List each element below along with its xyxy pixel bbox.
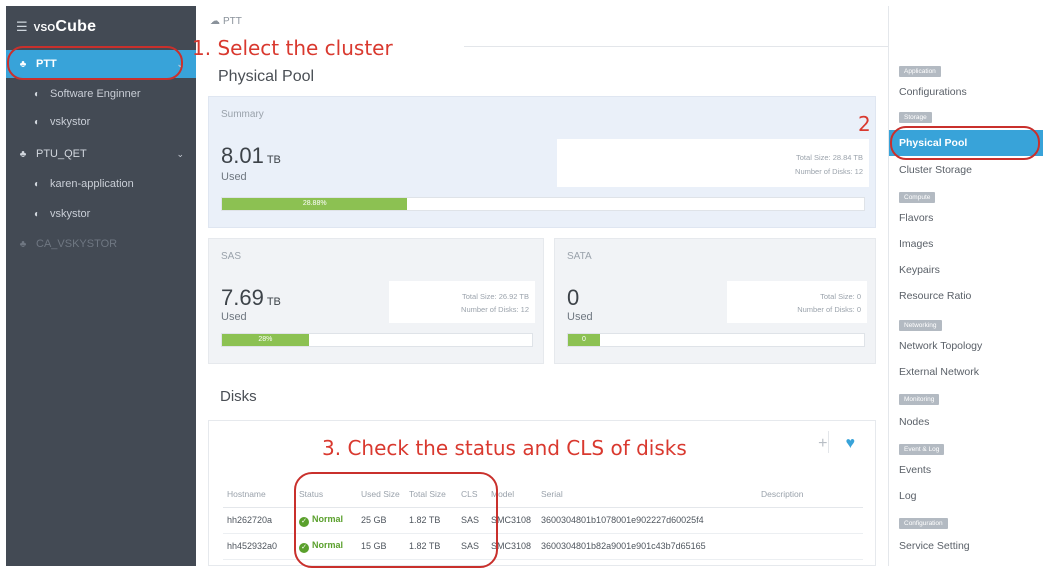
cell-hostname: hh262720a: [223, 507, 295, 534]
project-icon: ◐: [33, 88, 41, 100]
nav-keypairs[interactable]: Keypairs: [899, 264, 940, 276]
hamburger-menu-icon[interactable]: ☰: [16, 19, 28, 35]
section-networking: Networking: [899, 320, 942, 331]
health-icon[interactable]: ♥: [846, 435, 856, 453]
section-application: Application: [899, 66, 941, 77]
sas-used-value: 7.69 TB: [221, 285, 281, 310]
cell-serial: 3600304801b1078001e902227d60025f4: [537, 507, 757, 534]
cluster-icon: ♣: [19, 148, 27, 160]
project-icon: ◐: [33, 178, 41, 190]
sidebar-item-label: Software Enginner: [50, 88, 141, 100]
sata-used-label: Used: [567, 311, 593, 323]
sata-total-size: Total Size: 0: [820, 292, 861, 301]
sidebar-item-vskystor[interactable]: ◐ vskystor: [6, 108, 196, 136]
sas-progress-fill: 28%: [222, 334, 309, 346]
sidebar-item-ptu-qet[interactable]: ♣ PTU_QET ⌄: [6, 140, 196, 168]
sata-num-disks: Number of Disks: 0: [797, 305, 861, 314]
disks-title: Disks: [220, 388, 257, 405]
sidebar-item-vskystor-2[interactable]: ◐ vskystor: [6, 200, 196, 228]
project-icon: ◐: [33, 208, 41, 220]
sidebar-item-label: PTU_QET: [36, 148, 87, 160]
sidebar: ☰ VSOCube ♣ PTT ⌄ ◐ Software Enginner ◐ …: [6, 6, 196, 566]
annotation-step-1: 1. Select the cluster: [192, 36, 393, 60]
sidebar-item-karen-application[interactable]: ◐ karen-application: [6, 170, 196, 198]
summary-progress-fill: 28.88%: [222, 198, 408, 210]
summary-total-size: Total Size: 28.84 TB: [796, 153, 863, 162]
nav-configurations[interactable]: Configurations: [899, 86, 967, 98]
cluster-icon: ☁: [210, 16, 220, 27]
nav-service-setting[interactable]: Service Setting: [899, 540, 970, 552]
section-storage: Storage: [899, 112, 932, 123]
toolbar-divider: [828, 431, 829, 453]
section-compute: Compute: [899, 192, 936, 203]
sas-used-label: Used: [221, 311, 247, 323]
main-content: ☁ PTT Physical Pool Summary 8.01 TB Used T…: [192, 6, 888, 568]
sidebar-item-ca-vskystor[interactable]: ♣ CA_VSKYSTOR: [6, 230, 196, 258]
right-nav-panel: Application Configurations Storage Physi…: [888, 6, 1043, 566]
nav-nodes[interactable]: Nodes: [899, 416, 929, 428]
summary-progress-bar: 28.88%: [221, 197, 865, 211]
nav-cluster-storage[interactable]: Cluster Storage: [899, 164, 972, 176]
section-monitoring: Monitoring: [899, 394, 940, 405]
nav-events[interactable]: Events: [899, 464, 931, 476]
sata-panel: SATA 0 Used Total Size: 0 Number of Disk…: [554, 238, 876, 364]
summary-used-label: Used: [221, 171, 247, 183]
col-hostname[interactable]: Hostname: [223, 473, 295, 508]
annotation-step-2: 2: [858, 112, 871, 136]
brand[interactable]: ☰ VSOCube: [6, 6, 196, 48]
sidebar-item-label: CA_VSKYSTOR: [36, 238, 118, 250]
cell-serial: 3600304801b82a9001e901c43b7d65165: [537, 533, 757, 560]
annotation-step-3: 3. Check the status and CLS of disks: [322, 436, 687, 460]
header-divider: [464, 46, 888, 47]
annotation-oval-cluster: [7, 46, 183, 80]
sas-num-disks: Number of Disks: 12: [461, 305, 529, 314]
nav-network-topology[interactable]: Network Topology: [899, 340, 982, 352]
summary-label: Summary: [221, 109, 264, 120]
nav-flavors[interactable]: Flavors: [899, 212, 933, 224]
sas-panel: SAS 7.69 TB Used Total Size: 26.92 TB Num…: [208, 238, 544, 364]
sata-progress-bar: 0: [567, 333, 865, 347]
cluster-icon: ♣: [19, 238, 27, 250]
summary-num-disks: Number of Disks: 12: [795, 167, 863, 176]
breadcrumb[interactable]: ☁ PTT: [210, 16, 242, 27]
nav-log[interactable]: Log: [899, 490, 917, 502]
nav-resource-ratio[interactable]: Resource Ratio: [899, 290, 971, 302]
sas-info-box: Total Size: 26.92 TB Number of Disks: 12: [389, 281, 535, 323]
annotation-oval-physical-pool: [890, 126, 1040, 160]
project-icon: ◐: [33, 116, 41, 128]
page-title: Physical Pool: [218, 68, 315, 85]
sidebar-item-label: karen-application: [50, 178, 134, 190]
sata-label: SATA: [567, 251, 592, 262]
sas-total-size: Total Size: 26.92 TB: [462, 292, 529, 301]
add-icon[interactable]: +: [818, 435, 827, 453]
summary-panel: Summary 8.01 TB Used Total Size: 28.84 TB…: [208, 96, 876, 228]
cell-hostname: hh452932a0: [223, 533, 295, 560]
disks-toolbar: + ♥: [818, 435, 855, 453]
nav-images[interactable]: Images: [899, 238, 933, 250]
col-description[interactable]: Description: [757, 473, 863, 508]
nav-external-network[interactable]: External Network: [899, 366, 979, 378]
cell-description: [757, 507, 863, 534]
sidebar-item-software-enginner[interactable]: ◐ Software Enginner: [6, 80, 196, 108]
sata-progress-fill: 0: [568, 334, 600, 346]
summary-info-box: Total Size: 28.84 TB Number of Disks: 12: [557, 139, 869, 187]
annotation-oval-status-cls: [294, 472, 498, 568]
logo: VSOCube: [33, 18, 97, 35]
sas-label: SAS: [221, 251, 242, 262]
sidebar-item-label: vskystor: [50, 116, 91, 128]
sata-used-value: 0: [567, 285, 580, 310]
sidebar-item-label: vskystor: [50, 208, 91, 220]
section-configuration: Configuration: [899, 518, 948, 529]
chevron-down-icon: ⌄: [176, 148, 184, 159]
col-serial[interactable]: Serial: [537, 473, 757, 508]
section-event-log: Event & Log: [899, 444, 945, 455]
sata-info-box: Total Size: 0 Number of Disks: 0: [727, 281, 867, 323]
sas-progress-bar: 28%: [221, 333, 533, 347]
summary-used-value: 8.01 TB: [221, 143, 281, 168]
cell-description: [757, 533, 863, 560]
